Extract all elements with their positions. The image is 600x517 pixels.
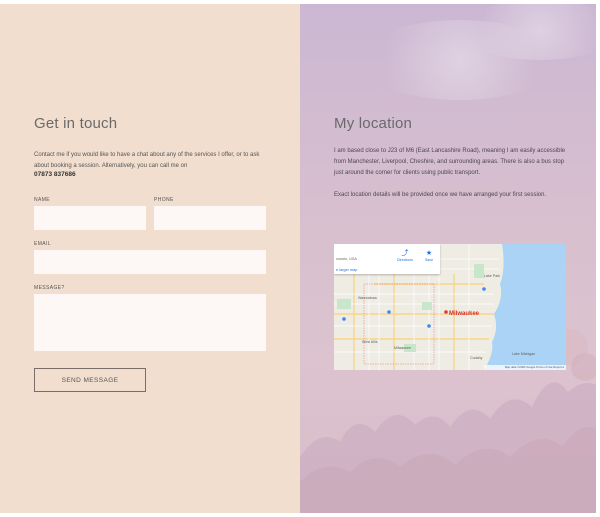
star-icon: ★ — [425, 250, 433, 257]
map-directions-label: Directions — [397, 258, 413, 262]
location-panel: My location I am based close to J23 of M… — [300, 0, 600, 517]
phone-label: PHONE — [154, 197, 174, 203]
location-text: I am based close to J23 of M6 (East Lanc… — [334, 146, 566, 212]
contact-heading: Get in touch — [34, 115, 118, 132]
location-paragraph: Exact location details will be provided … — [334, 192, 547, 198]
map-place-label: West Allis — [362, 340, 378, 344]
phone-number[interactable]: 07873 837686 — [34, 171, 76, 178]
contact-panel: Get in touch Contact me if you would lik… — [0, 0, 300, 517]
page-border — [0, 513, 600, 517]
map-city-label: Milwaukee — [449, 311, 480, 317]
map-place-label: Wauwatosa — [358, 296, 377, 300]
page-border — [0, 0, 600, 4]
message-field[interactable] — [34, 294, 266, 351]
send-message-button[interactable]: SEND MESSAGE — [34, 368, 146, 392]
directions-icon: ⤴ — [401, 250, 409, 257]
contact-intro: Contact me if you would like to have a c… — [34, 152, 260, 169]
map-place-label: Lake Park — [484, 274, 501, 278]
map-save-button[interactable]: ★ Save — [418, 250, 440, 262]
map-place-label: Milwaukee — [394, 346, 411, 350]
map-info-card: consin, USA e larger map ⤴ Directions ★ … — [334, 244, 440, 274]
message-label: MESSAGE? — [34, 285, 65, 291]
page-border — [596, 0, 600, 517]
map-card-subtitle: consin, USA — [336, 257, 357, 261]
phone-field[interactable] — [154, 206, 266, 230]
map-attribution: Map data ©2024 Google Terms of Use Repor… — [484, 365, 566, 370]
location-map[interactable]: Lake Michigan Lake Park Wauwatosa West A… — [334, 244, 566, 370]
location-heading: My location — [334, 115, 413, 132]
map-directions-button[interactable]: ⤴ Directions — [394, 250, 416, 262]
location-paragraph: I am based close to J23 of M6 (East Lanc… — [334, 148, 566, 176]
email-label: EMAIL — [34, 241, 52, 247]
name-field[interactable] — [34, 206, 146, 230]
map-place-label: Cudahy — [470, 356, 483, 360]
name-label: NAME — [34, 197, 51, 203]
email-field[interactable] — [34, 250, 266, 274]
map-save-label: Save — [424, 258, 434, 262]
map-larger-link[interactable]: e larger map — [336, 268, 357, 272]
map-water-label: Lake Michigan — [512, 352, 536, 356]
